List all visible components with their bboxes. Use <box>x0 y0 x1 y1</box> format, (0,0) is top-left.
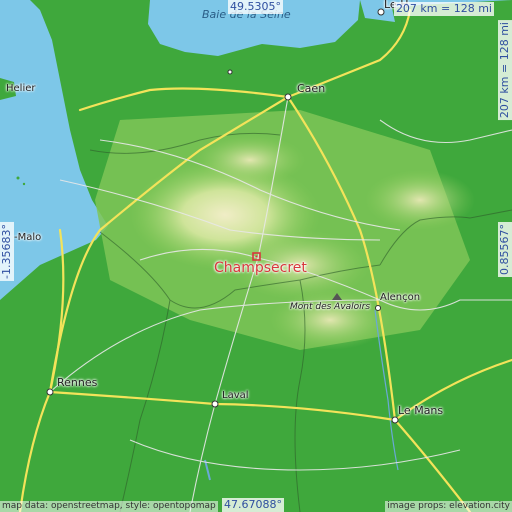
rennes-marker[interactable] <box>46 388 54 396</box>
place-label[interactable]: Champsecret <box>214 260 307 276</box>
city-label-alencon[interactable]: Alençon <box>380 292 420 303</box>
city-label-caen[interactable]: Caen <box>297 82 325 95</box>
city-label-saint-helier[interactable]: Helier <box>6 83 36 94</box>
south-coordinate: 47.67088° <box>222 498 284 512</box>
city-label-rennes[interactable]: Rennes <box>57 376 97 389</box>
east-coordinate: 0.85567° <box>498 222 512 277</box>
laval-marker[interactable] <box>211 400 219 408</box>
bayeux-marker[interactable] <box>227 69 233 75</box>
caen-marker[interactable] <box>284 93 292 101</box>
city-label-saint-malo[interactable]: -Malo <box>14 232 41 243</box>
west-coordinate: -1.35683° <box>0 222 14 281</box>
north-coordinate: 49.5305° <box>228 0 283 14</box>
city-label-laval[interactable]: Laval <box>222 390 249 401</box>
le-mans-marker[interactable] <box>391 416 399 424</box>
scale-vertical: 207 km = 128 mi <box>498 20 512 121</box>
scale-horizontal: 207 km = 128 mi <box>393 2 494 16</box>
alencon-marker[interactable] <box>375 305 381 311</box>
city-label-le-mans[interactable]: Le Mans <box>398 404 443 417</box>
peak-triangle-icon <box>332 293 342 300</box>
peak-label: Mont des Avaloirs <box>290 302 371 312</box>
city-markers <box>46 8 399 424</box>
credit-left: map data: openstreetmap, style: opentopo… <box>0 501 218 512</box>
credit-right: image props: elevation.city <box>385 501 512 512</box>
map-view[interactable]: Baie de la Seine Caen Le H Rennes Laval … <box>0 0 512 512</box>
